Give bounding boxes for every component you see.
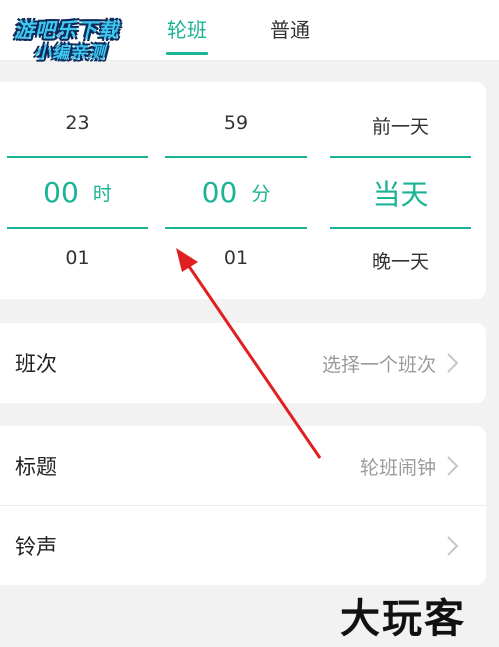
chevron-right-icon	[447, 353, 459, 373]
title-label: 标题	[15, 455, 57, 479]
minute-wheel[interactable]: 59 00 分 01	[165, 82, 307, 299]
watermark-line-2: 小编亲测	[34, 43, 106, 63]
shift-value: 选择一个班次	[321, 353, 436, 376]
ringtone-label: 铃声	[15, 535, 57, 559]
title-value: 轮班闹钟	[359, 456, 436, 479]
hour-selected: 00 时	[7, 156, 148, 229]
title-row[interactable]: 标题 轮班闹钟	[0, 426, 486, 506]
minute-unit: 分	[251, 183, 271, 205]
minute-selected: 00 分	[165, 156, 307, 229]
hour-wheel[interactable]: 23 00 时 01	[7, 82, 148, 299]
hour-above[interactable]: 23	[7, 112, 148, 134]
day-selected: 当天	[330, 156, 471, 229]
minute-below[interactable]: 01	[165, 247, 307, 269]
watermark-logo: 游吧乐下载 小编亲测	[8, 8, 154, 63]
shift-card: 班次 选择一个班次	[0, 323, 486, 403]
top-tab-bar: 游吧乐下载 小编亲测 轮班 普通	[0, 0, 499, 63]
minute-value: 00	[201, 176, 238, 209]
hour-below[interactable]: 01	[7, 247, 148, 269]
corner-watermark: 大玩客	[340, 596, 466, 642]
tab-shift-label: 轮班	[167, 18, 207, 42]
ringtone-row[interactable]: 铃声	[0, 506, 486, 586]
day-value: 当天	[372, 177, 429, 211]
chevron-right-icon	[447, 536, 459, 556]
tab-normal-label: 普通	[270, 18, 310, 42]
tab-normal[interactable]: 普通	[270, 14, 310, 56]
chevron-right-icon	[447, 456, 459, 476]
minute-above[interactable]: 59	[165, 112, 307, 134]
shift-label: 班次	[15, 352, 57, 376]
time-picker: 23 00 时 01 59 00 分 01 前一天 当天 晚一天	[0, 82, 486, 299]
day-below[interactable]: 晚一天	[330, 247, 471, 274]
day-wheel[interactable]: 前一天 当天 晚一天	[330, 82, 471, 299]
tab-shift[interactable]: 轮班	[166, 14, 208, 56]
day-above[interactable]: 前一天	[330, 112, 471, 139]
hour-value: 00	[43, 176, 79, 209]
settings-card: 标题 轮班闹钟 铃声	[0, 426, 486, 585]
hour-unit: 时	[92, 183, 112, 205]
shift-row[interactable]: 班次 选择一个班次	[0, 323, 486, 403]
